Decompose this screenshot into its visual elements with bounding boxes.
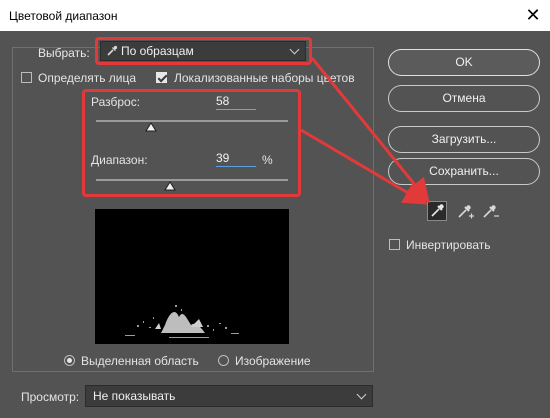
close-icon[interactable]: ✕ bbox=[522, 4, 544, 26]
eyedropper-minus-icon bbox=[483, 205, 499, 218]
chevron-down-icon bbox=[356, 389, 367, 400]
eyedropper-tool-button[interactable] bbox=[427, 201, 447, 221]
annotation-box-sliders bbox=[82, 89, 301, 197]
detect-faces-label: Определять лица bbox=[38, 71, 137, 85]
view-label: Просмотр: bbox=[21, 390, 80, 404]
window-title: Цветовой диапазон bbox=[9, 9, 118, 23]
save-button[interactable]: Сохранить... bbox=[388, 158, 540, 185]
image-radio[interactable] bbox=[218, 355, 229, 366]
eyedropper-plus-icon bbox=[458, 205, 474, 219]
select-label: Выбрать: bbox=[38, 46, 90, 60]
image-radio-label: Изображение bbox=[235, 354, 311, 368]
eyedropper-add-tool-button[interactable] bbox=[455, 201, 475, 221]
selection-radio[interactable] bbox=[64, 355, 75, 366]
eyedropper-icon bbox=[431, 204, 444, 217]
preview-mask-image bbox=[125, 305, 239, 338]
invert-label: Инвертировать bbox=[406, 238, 491, 252]
ok-button[interactable]: OK bbox=[388, 49, 540, 76]
view-value: Не показывать bbox=[93, 389, 176, 403]
localized-colors-checkbox[interactable] bbox=[156, 72, 167, 83]
load-button[interactable]: Загрузить... bbox=[388, 126, 540, 153]
selection-preview bbox=[95, 209, 289, 344]
detect-faces-checkbox[interactable] bbox=[21, 72, 32, 83]
cancel-button[interactable]: Отмена bbox=[388, 85, 540, 112]
selection-radio-label: Выделенная область bbox=[81, 354, 199, 368]
localized-colors-label: Локализованные наборы цветов bbox=[174, 71, 355, 85]
eyedropper-subtract-tool-button[interactable] bbox=[480, 201, 500, 221]
invert-checkbox[interactable] bbox=[389, 239, 400, 250]
annotation-box-select bbox=[95, 37, 312, 65]
view-dropdown[interactable]: Не показывать bbox=[85, 385, 373, 407]
